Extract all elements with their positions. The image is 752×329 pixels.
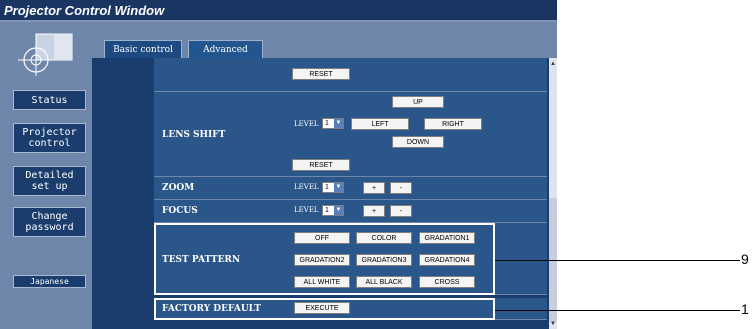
- scroll-up-icon[interactable]: ▲: [549, 60, 557, 68]
- callout-number-9: 9: [741, 251, 749, 267]
- sidebar-item-label: Projector control: [22, 127, 77, 149]
- lens-shift-reset-button[interactable]: RESET: [292, 159, 350, 171]
- level-value: 1: [325, 207, 329, 214]
- level-label: LEVEL: [294, 183, 319, 191]
- title-bar: Projector Control Window: [0, 0, 557, 22]
- tab-label: Basic control: [113, 45, 173, 55]
- lens-shift-level-select[interactable]: 1 ▼: [322, 118, 344, 129]
- scroll-down-icon[interactable]: ▼: [549, 320, 557, 328]
- sidebar-item-label: Change password: [25, 211, 74, 233]
- lens-shift-right-button[interactable]: RIGHT: [424, 118, 482, 130]
- sidebar-item-status[interactable]: Status: [13, 90, 86, 110]
- tab-bar: Basic control Advanced control: [92, 22, 557, 73]
- focus-minus-button[interactable]: -: [390, 205, 412, 217]
- zoom-plus-button[interactable]: +: [363, 182, 385, 194]
- callout-line-1: [495, 310, 740, 311]
- focus-label: FOCUS: [162, 206, 198, 216]
- lens-shift-down-button[interactable]: DOWN: [392, 136, 444, 148]
- callout-number-1: 1: [741, 301, 749, 317]
- lens-shift-up-button[interactable]: UP: [392, 96, 444, 108]
- level-value: 1: [325, 184, 329, 191]
- chevron-down-icon: ▼: [334, 183, 343, 192]
- sidebar-item-label: Detailed set up: [25, 170, 74, 192]
- tab-advanced-control[interactable]: Advanced control: [188, 40, 263, 73]
- zoom-minus-button[interactable]: -: [390, 182, 412, 194]
- zoom-level-select[interactable]: 1 ▼: [322, 182, 344, 193]
- lens-shift-label: LENS SHIFT: [162, 130, 226, 140]
- focus-plus-button[interactable]: +: [363, 205, 385, 217]
- row-top-reset: RESET: [154, 58, 547, 92]
- tab-basic-control[interactable]: Basic control: [104, 40, 182, 58]
- test-pattern-highlight: [154, 223, 495, 295]
- sidebar-item-label: Status: [31, 94, 68, 106]
- focus-level-select[interactable]: 1 ▼: [322, 205, 344, 216]
- sidebar-item-japanese[interactable]: Japanese: [13, 275, 86, 288]
- sidebar-item-detailed-set-up[interactable]: Detailed set up: [13, 166, 86, 196]
- level-value: 1: [325, 120, 329, 127]
- panel-left-band: [92, 58, 152, 329]
- sidebar-item-change-password[interactable]: Change password: [13, 207, 86, 237]
- sidebar: Status Projector control Detailed set up…: [0, 22, 92, 329]
- window-title: Projector Control Window: [4, 3, 165, 18]
- main-panel: RESET LENS SHIFT LEVEL 1 ▼ UP LEFT RIGHT …: [92, 58, 549, 329]
- lens-shift-left-button[interactable]: LEFT: [351, 118, 409, 130]
- level-label: LEVEL: [294, 120, 319, 128]
- reset-button[interactable]: RESET: [292, 68, 350, 80]
- zoom-label: ZOOM: [162, 183, 195, 193]
- row-focus: FOCUS LEVEL 1 ▼ + -: [154, 200, 547, 223]
- factory-default-highlight: [154, 298, 495, 320]
- row-zoom: ZOOM LEVEL 1 ▼ + -: [154, 177, 547, 200]
- sidebar-item-label: Japanese: [30, 277, 69, 286]
- crosshair-logo-icon: [18, 33, 73, 76]
- vertical-scrollbar[interactable]: ▲ ▼: [549, 58, 557, 329]
- level-label: LEVEL: [294, 206, 319, 214]
- sidebar-item-projector-control[interactable]: Projector control: [13, 123, 86, 153]
- chevron-down-icon: ▼: [334, 206, 343, 215]
- chevron-down-icon: ▼: [334, 119, 343, 128]
- row-lens-shift: LENS SHIFT LEVEL 1 ▼ UP LEFT RIGHT DOWN R…: [154, 92, 547, 177]
- callout-line-9: [495, 260, 740, 261]
